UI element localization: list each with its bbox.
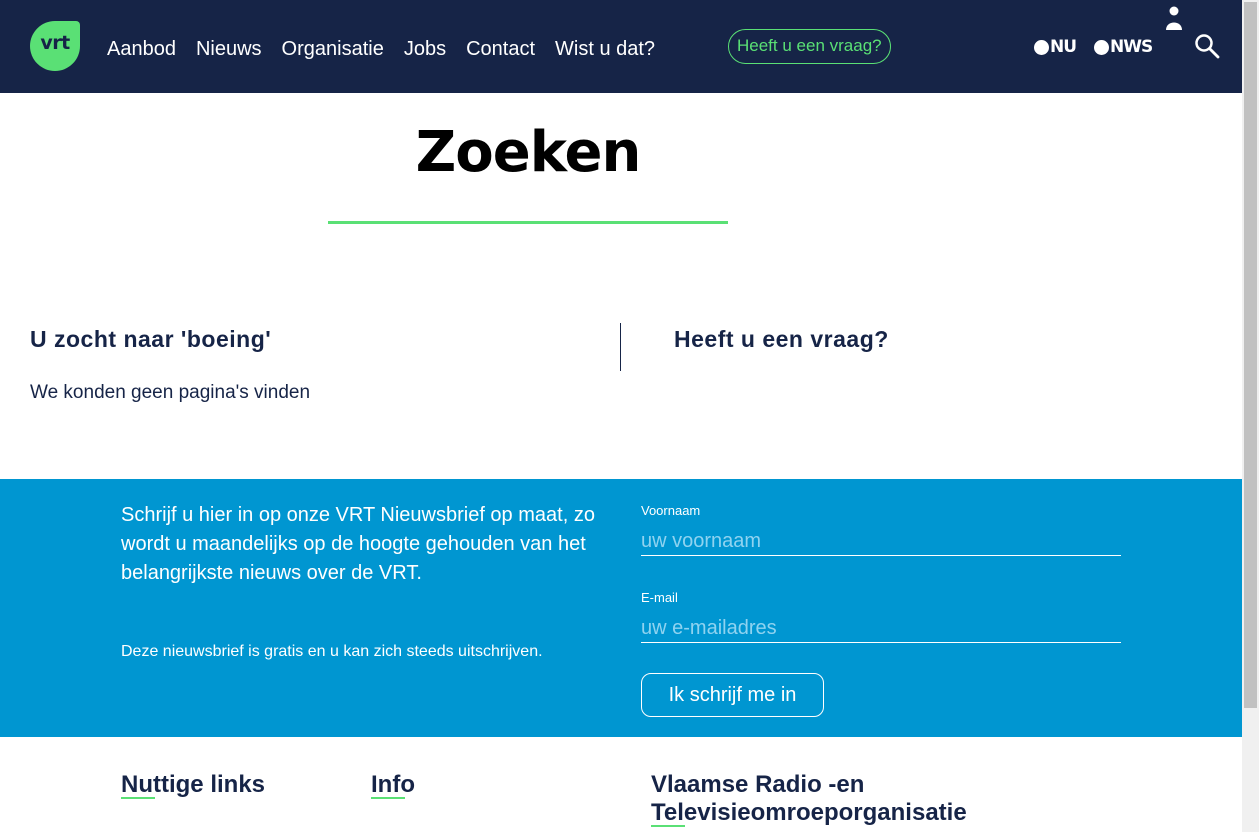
footer-underline bbox=[121, 797, 155, 799]
page-scrollbar[interactable] bbox=[1242, 0, 1259, 832]
footer-underline bbox=[651, 825, 685, 827]
nav-item-organisatie[interactable]: Organisatie bbox=[282, 35, 384, 63]
nav-item-aanbod[interactable]: Aanbod bbox=[107, 35, 176, 63]
vrt-nws-link[interactable]: NWS bbox=[1094, 37, 1153, 57]
vrt-nu-dot-icon bbox=[1034, 39, 1049, 55]
nav-item-jobs[interactable]: Jobs bbox=[404, 35, 446, 63]
vrt-logo[interactable]: vrt bbox=[30, 21, 80, 71]
vrt-logo-text: vrt bbox=[40, 32, 70, 54]
search-result-text: We konden geen pagina's vinden bbox=[30, 382, 311, 403]
question-heading: Heeft u een vraag? bbox=[674, 326, 889, 352]
title-underline bbox=[328, 221, 728, 224]
firstname-label: Voornaam bbox=[641, 503, 701, 518]
nav-item-wist-u-dat[interactable]: Wist u dat? bbox=[555, 35, 655, 63]
column-divider bbox=[620, 323, 621, 371]
vrt-nws-label: NWS bbox=[1110, 37, 1153, 57]
scrollbar-thumb[interactable] bbox=[1244, 2, 1257, 708]
newsletter-text: Schrijf u hier in op onze VRT Nieuwsbrie… bbox=[121, 504, 595, 584]
footer-heading-vrt-line1: Vlaamse Radio -en bbox=[651, 771, 865, 798]
nav-item-contact[interactable]: Contact bbox=[466, 35, 535, 63]
newsletter-note: Deze nieuwsbrief is gratis en u kan zich… bbox=[121, 643, 543, 660]
question-button[interactable]: Heeft u een vraag? bbox=[728, 29, 891, 64]
vrt-nu-link[interactable]: NU bbox=[1034, 37, 1077, 57]
footer-heading-vrt-line2: Televisieomroeporganisatie bbox=[651, 799, 967, 826]
firstname-field[interactable] bbox=[641, 528, 1121, 556]
email-label: E-mail bbox=[641, 590, 678, 605]
footer-heading-info: Info bbox=[371, 771, 415, 798]
footer-heading-nuttige-links: Nuttige links bbox=[121, 771, 266, 798]
search-icon[interactable] bbox=[1194, 33, 1220, 59]
search-result-heading: U zocht naar 'boeing' bbox=[30, 326, 272, 352]
site-header: vrt Aanbod Nieuws Organisatie Jobs Conta… bbox=[0, 0, 1242, 93]
email-field[interactable] bbox=[641, 615, 1121, 643]
footer-underline bbox=[371, 797, 405, 799]
subscribe-button[interactable]: Ik schrijf me in bbox=[641, 673, 824, 717]
main-nav: Aanbod Nieuws Organisatie Jobs Contact W… bbox=[107, 35, 675, 63]
user-icon[interactable] bbox=[1165, 6, 1183, 32]
page-title: Zoeken bbox=[415, 120, 642, 185]
vrt-nws-dot-icon bbox=[1094, 39, 1109, 55]
vrt-nu-label: NU bbox=[1050, 37, 1077, 57]
newsletter-section: Schrijf u hier in op onze VRT Nieuwsbrie… bbox=[0, 479, 1242, 737]
nav-item-nieuws[interactable]: Nieuws bbox=[196, 35, 262, 63]
